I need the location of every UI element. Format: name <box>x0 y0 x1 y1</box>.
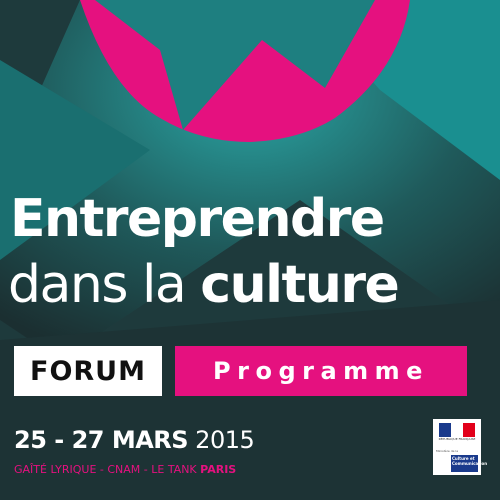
event-venues: GAÎTÉ LYRIQUE - CNAM - LE TANK PARIS <box>14 463 236 476</box>
french-flag-icon <box>439 423 475 437</box>
venue-list: GAÎTÉ LYRIQUE - CNAM - LE TANK <box>14 463 201 476</box>
logo-culture-text: Culture et Communication <box>451 455 487 472</box>
ministry-logo: RÉPUBLIQUE FRANÇAISE Ministère de la Cul… <box>433 419 487 475</box>
flag-red-stripe <box>463 423 475 437</box>
title-line-2-bold: culture <box>200 255 399 315</box>
event-dates-bold: 25 - 27 MARS <box>14 426 189 454</box>
flag-blue-stripe <box>439 423 451 437</box>
forum-label-box: FORUM <box>14 346 162 396</box>
logo-ministere-text: Ministère de la <box>436 449 459 453</box>
logo-republic-text: RÉPUBLIQUE FRANÇAISE <box>438 437 476 441</box>
event-dates: 25 - 27 MARS 2015 <box>14 426 255 454</box>
event-year: 2015 <box>188 426 255 454</box>
title-line-1: Entreprendre <box>10 189 385 249</box>
forum-label: FORUM <box>30 355 146 387</box>
forum-poster: Entreprendre dans la culture FORUM Progr… <box>0 0 500 500</box>
title-line-2-light: dans la <box>8 255 201 315</box>
background-graphic <box>0 0 500 500</box>
flag-white-stripe <box>451 423 463 437</box>
venue-city: PARIS <box>200 463 237 476</box>
programme-button[interactable]: Programme <box>175 346 467 396</box>
title-line-2: dans la culture <box>8 255 400 315</box>
programme-label: Programme <box>213 357 429 385</box>
